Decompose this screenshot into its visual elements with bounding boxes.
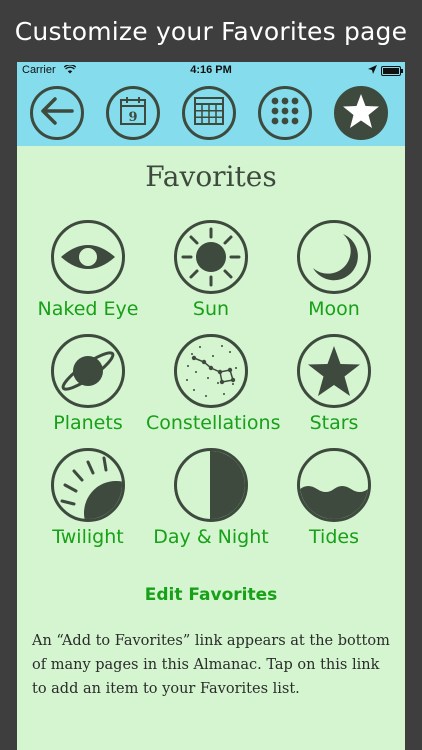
favorite-moon[interactable]: Moon: [269, 220, 399, 320]
calendar-day-number: 9: [128, 110, 137, 125]
favorite-label: Stars: [309, 412, 359, 434]
back-button[interactable]: [30, 86, 84, 140]
planet-icon: [51, 334, 125, 408]
favorite-twilight[interactable]: Twilight: [23, 448, 153, 548]
star-icon: [297, 334, 371, 408]
calendar-grid-icon: [193, 96, 225, 131]
favorite-tides[interactable]: Tides: [269, 448, 399, 548]
promo-caption: Customize your Favorites page: [14, 17, 408, 46]
location-arrow-icon: [368, 65, 377, 77]
favorite-stars[interactable]: Stars: [269, 334, 399, 434]
page-title: Favorites: [145, 160, 277, 193]
twilight-icon: [51, 448, 125, 522]
constellation-icon: [174, 334, 248, 408]
favorite-label: Tides: [309, 526, 359, 548]
status-time: 4:16 PM: [190, 64, 232, 76]
favorite-label: Twilight: [52, 526, 124, 548]
dots-grid-icon: [269, 95, 301, 132]
favorite-label: Constellations: [146, 412, 281, 434]
favorites-button[interactable]: [334, 86, 388, 140]
phone-screen: Carrier 4:16 PM 9 Favorites Naked Eye Su…: [17, 62, 405, 750]
toolbar: 9: [17, 80, 405, 146]
back-arrow-icon: [39, 96, 75, 131]
edit-favorites-link[interactable]: Edit Favorites: [17, 585, 405, 605]
battery-icon: [381, 66, 403, 76]
tides-icon: [297, 448, 371, 522]
favorite-label: Planets: [53, 412, 123, 434]
moon-icon: [297, 220, 371, 294]
day-night-icon: [174, 448, 248, 522]
favorite-label: Moon: [308, 298, 360, 320]
favorite-sun[interactable]: Sun: [146, 220, 276, 320]
favorite-naked-eye[interactable]: Naked Eye: [23, 220, 153, 320]
info-text: An “Add to Favorites” link appears at th…: [32, 633, 390, 697]
calendar-month-button[interactable]: [182, 86, 236, 140]
eye-icon: [51, 220, 125, 294]
favorite-label: Day & Night: [153, 526, 269, 548]
calendar-day-icon: 9: [117, 95, 149, 132]
star-icon: [342, 93, 380, 134]
favorite-constellations[interactable]: Constellations: [146, 334, 281, 434]
favorite-label: Sun: [192, 298, 230, 320]
status-bar: Carrier 4:16 PM: [17, 62, 405, 80]
favorite-day-night[interactable]: Day & Night: [146, 448, 276, 548]
calendar-day-button[interactable]: 9: [106, 86, 160, 140]
favorite-label: Naked Eye: [37, 298, 139, 320]
favorite-planets[interactable]: Planets: [23, 334, 153, 434]
menu-grid-button[interactable]: [258, 86, 312, 140]
battery-level: [383, 68, 399, 74]
sun-icon: [174, 220, 248, 294]
